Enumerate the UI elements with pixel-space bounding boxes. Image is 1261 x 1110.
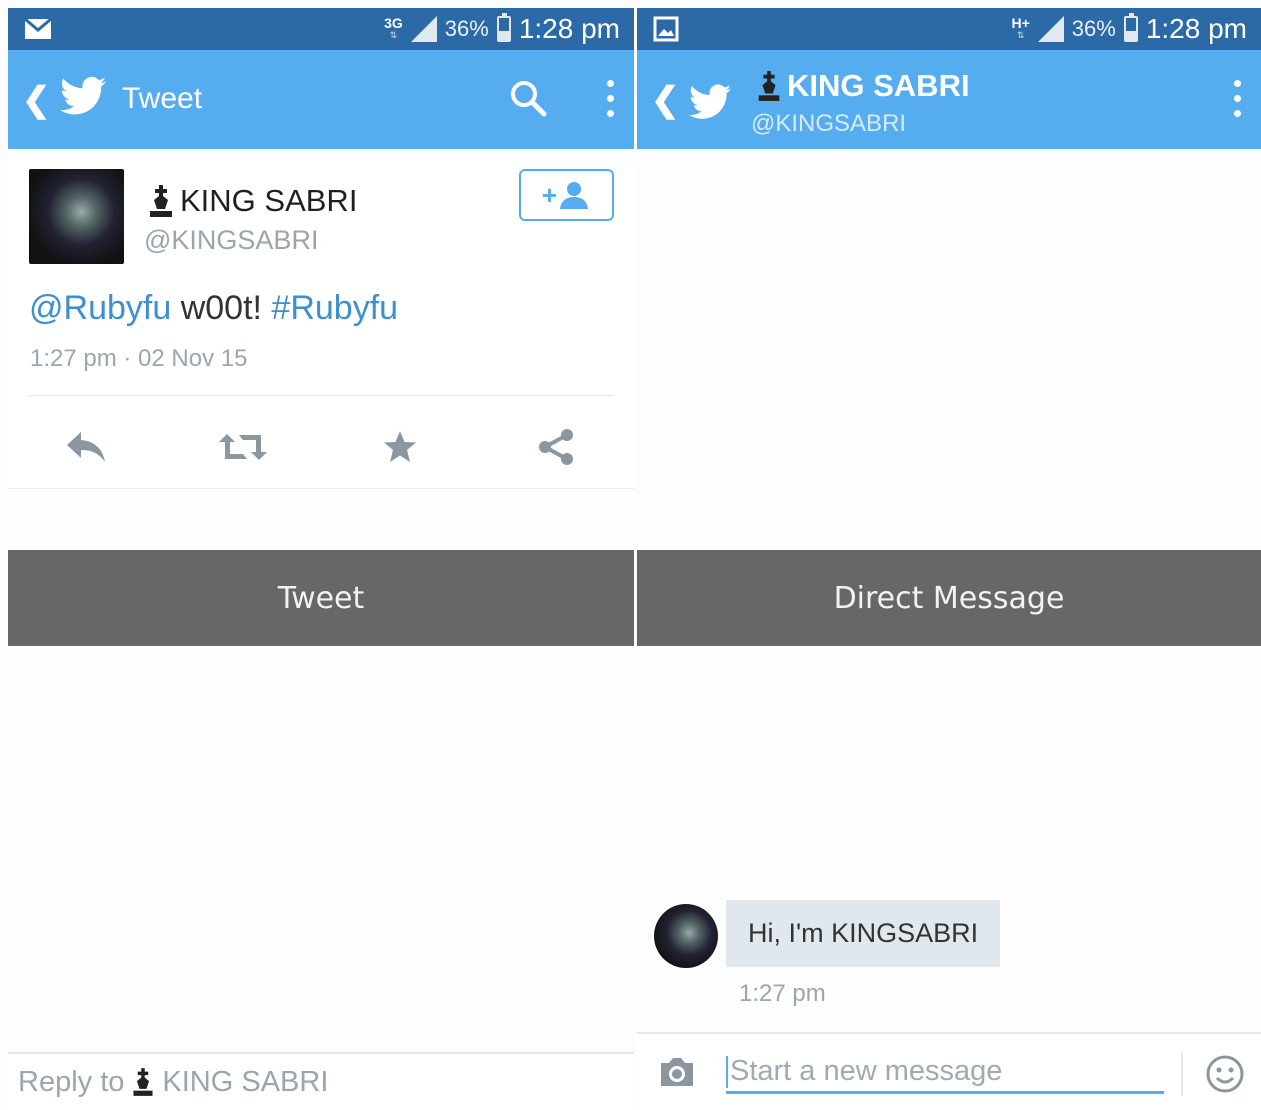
reply-icon <box>67 432 105 462</box>
status-bar: 3G ⇅ 36% 1:28 pm <box>8 8 634 50</box>
message-input[interactable]: Start a new message <box>726 1052 1164 1094</box>
signal-icon <box>1037 16 1064 42</box>
twitter-bird-icon <box>689 84 731 119</box>
clock: 1:28 pm <box>518 13 620 44</box>
follow-button[interactable]: + <box>519 169 614 221</box>
conversation-handle: @KINGSABRI <box>751 110 907 137</box>
twitter-bird-icon <box>60 76 106 115</box>
retweet-button[interactable] <box>213 417 273 477</box>
search-icon[interactable] <box>508 78 548 118</box>
reply-name: KING SABRI <box>162 1065 329 1098</box>
avatar[interactable] <box>29 169 124 264</box>
network-type: H+ ⇅ <box>1011 15 1030 40</box>
status-bar: H+ ⇅ 36% 1:28 pm <box>637 8 1261 50</box>
message-time: 1:27 pm <box>739 980 826 1007</box>
favorite-icon <box>384 431 416 462</box>
tweet-body: w00t! <box>171 289 272 327</box>
battery-percent: 36% <box>444 16 489 41</box>
hashtag-link[interactable]: #Rubyfu <box>271 289 398 327</box>
reply-prefix: Reply to <box>18 1065 125 1098</box>
camera-icon[interactable] <box>657 1056 697 1088</box>
battery-icon <box>496 13 511 42</box>
chess-king-icon <box>133 1068 153 1096</box>
avatar[interactable] <box>654 904 718 968</box>
tweet-text: @Rubyfu w00t! #Rubyfu <box>29 289 398 328</box>
reply-button[interactable] <box>56 417 116 477</box>
reply-input[interactable]: Reply to KING SABRI <box>8 1052 634 1110</box>
divider <box>1181 1052 1183 1096</box>
chess-king-icon <box>150 185 172 217</box>
mail-icon <box>24 18 52 39</box>
caption-direct-message: Direct Message <box>637 550 1261 646</box>
user-name[interactable]: KING SABRI <box>146 183 357 219</box>
tweet-timestamp: 1:27 pm · 02 Nov 15 <box>30 345 248 372</box>
chess-king-icon <box>758 71 780 101</box>
clock: 1:28 pm <box>1145 13 1247 44</box>
tweet-actions <box>8 417 634 477</box>
user-handle: @KINGSABRI <box>144 225 319 255</box>
tweet-card: KING SABRI @KINGSABRI + @Rubyfu w00t! #R… <box>8 149 634 489</box>
gallery-icon <box>653 16 679 42</box>
message-placeholder: Start a new message <box>730 1055 1003 1087</box>
share-button[interactable] <box>526 417 586 477</box>
message-bubble: Hi, I'm KINGSABRI <box>726 900 1001 967</box>
caption-tweet: Tweet <box>8 550 634 646</box>
back-icon[interactable]: ❮ <box>651 80 680 120</box>
signal-icon <box>410 16 437 42</box>
divider <box>28 395 614 396</box>
page-title: Tweet <box>122 82 203 115</box>
battery-percent: 36% <box>1071 16 1116 41</box>
network-type: 3G ⇅ <box>384 15 403 40</box>
app-bar: ❮ KING SABRI @KINGSABRI <box>637 50 1261 149</box>
mention-link[interactable]: @Rubyfu <box>29 289 171 327</box>
retweet-icon <box>219 434 267 460</box>
text-caret <box>726 1055 728 1088</box>
message-composer: Start a new message <box>637 1032 1261 1110</box>
app-bar: ❮ Tweet <box>8 50 634 149</box>
overflow-menu-icon[interactable] <box>1234 80 1241 117</box>
conversation-name[interactable]: KING SABRI <box>755 68 970 104</box>
emoji-icon[interactable] <box>1205 1054 1245 1094</box>
overflow-menu-icon[interactable] <box>607 80 614 117</box>
back-icon[interactable]: ❮ <box>22 80 51 120</box>
battery-icon <box>1123 13 1138 42</box>
share-icon <box>539 429 573 465</box>
screenshot-composite: 3G ⇅ 36% 1:28 pm ❮ Tweet KING SABRI @KING… <box>0 0 1261 1110</box>
message-row: Hi, I'm KINGSABRI 1:27 pm <box>637 900 1261 1010</box>
favorite-button[interactable] <box>370 417 430 477</box>
follow-icon <box>560 182 589 209</box>
